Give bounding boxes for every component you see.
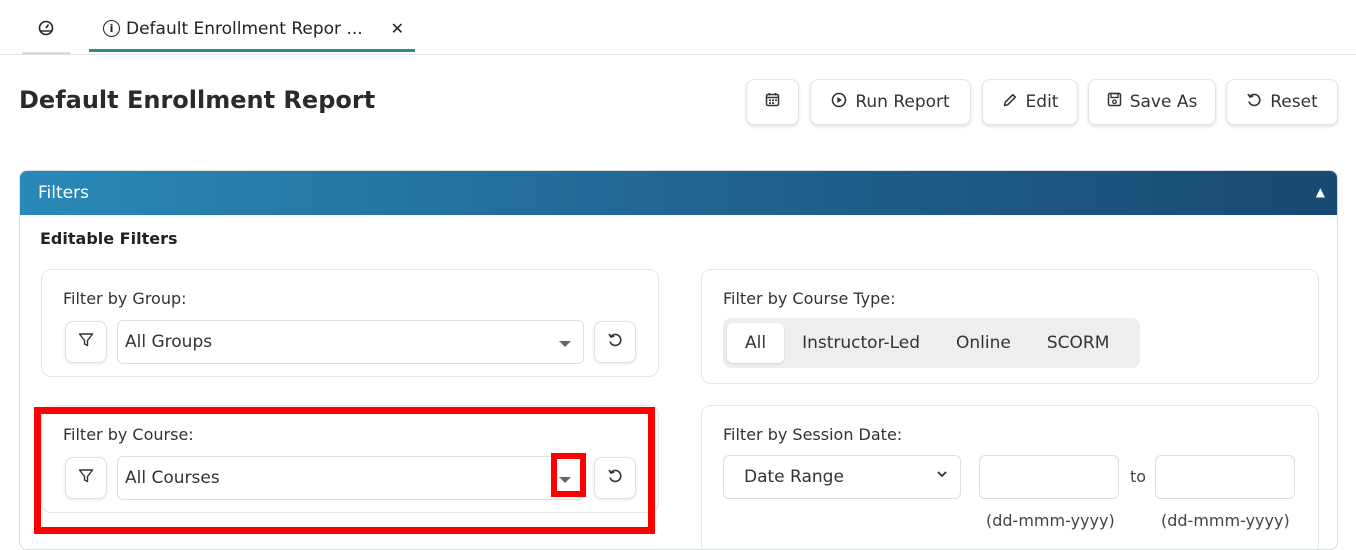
- session-date-filter-card: Filter by Session Date: Date Range to (d…: [701, 405, 1319, 549]
- reset-button[interactable]: Reset: [1226, 79, 1338, 125]
- group-filter-card: Filter by Group: All Groups: [41, 269, 659, 377]
- group-filter-label: Filter by Group:: [63, 289, 187, 308]
- course-dropdown-highlight: [551, 453, 586, 497]
- tab-label: Default Enrollment Repor ...: [126, 18, 363, 39]
- session-date-filter-label: Filter by Session Date:: [723, 425, 903, 444]
- save-as-button[interactable]: Save As: [1088, 79, 1216, 125]
- tab-dashboard[interactable]: [22, 8, 70, 55]
- reset-label: Reset: [1270, 92, 1318, 112]
- date-from-input[interactable]: [979, 455, 1119, 499]
- play-circle-icon: [831, 92, 847, 113]
- tab-default-enrollment-report[interactable]: i Default Enrollment Repor ... ✕: [89, 8, 415, 52]
- course-type-filter-card: Filter by Course Type: All Instructor-Le…: [701, 269, 1319, 384]
- chevron-down-icon: [559, 341, 571, 347]
- date-to-format-hint: (dd-mmm-yyyy): [1161, 511, 1290, 530]
- group-select[interactable]: All Groups: [117, 320, 584, 364]
- date-range-separator: to: [1130, 467, 1147, 486]
- run-report-label: Run Report: [855, 92, 950, 112]
- close-icon[interactable]: ✕: [391, 19, 404, 38]
- undo-icon: [607, 332, 623, 353]
- edit-button[interactable]: Edit: [982, 79, 1078, 125]
- schedule-button[interactable]: [746, 79, 799, 125]
- course-type-option-instructor-led[interactable]: Instructor-Led: [784, 323, 938, 363]
- funnel-icon: [78, 332, 94, 353]
- calendar-icon: [765, 92, 780, 112]
- date-from-format-hint: (dd-mmm-yyyy): [986, 511, 1115, 530]
- save-icon: [1107, 92, 1122, 112]
- group-filter-button[interactable]: [65, 321, 107, 363]
- course-type-option-all[interactable]: All: [727, 323, 785, 363]
- page-title: Default Enrollment Report: [19, 86, 376, 114]
- date-to-input[interactable]: [1155, 455, 1295, 499]
- date-mode-value: Date Range: [744, 467, 844, 487]
- pencil-icon: [1002, 92, 1018, 113]
- undo-icon: [1246, 92, 1262, 113]
- filters-header[interactable]: Filters ▲: [20, 171, 1337, 215]
- date-mode-select[interactable]: Date Range: [723, 455, 961, 499]
- editable-filters-label: Editable Filters: [40, 229, 178, 248]
- group-reset-button[interactable]: [594, 321, 636, 363]
- group-select-value: All Groups: [125, 332, 213, 352]
- dashboard-icon: [38, 20, 54, 40]
- course-type-filter-label: Filter by Course Type:: [723, 289, 896, 308]
- course-type-option-online[interactable]: Online: [938, 323, 1029, 363]
- collapse-triangle-icon[interactable]: ▲: [1316, 185, 1325, 199]
- run-report-button[interactable]: Run Report: [810, 79, 971, 125]
- save-as-label: Save As: [1129, 92, 1198, 112]
- info-icon: i: [103, 20, 120, 37]
- course-type-segmented-control: All Instructor-Led Online SCORM: [723, 318, 1140, 368]
- course-type-option-scorm[interactable]: SCORM: [1029, 323, 1128, 363]
- edit-label: Edit: [1025, 92, 1059, 112]
- filters-header-label: Filters: [38, 183, 89, 203]
- chevron-down-icon: [936, 468, 948, 484]
